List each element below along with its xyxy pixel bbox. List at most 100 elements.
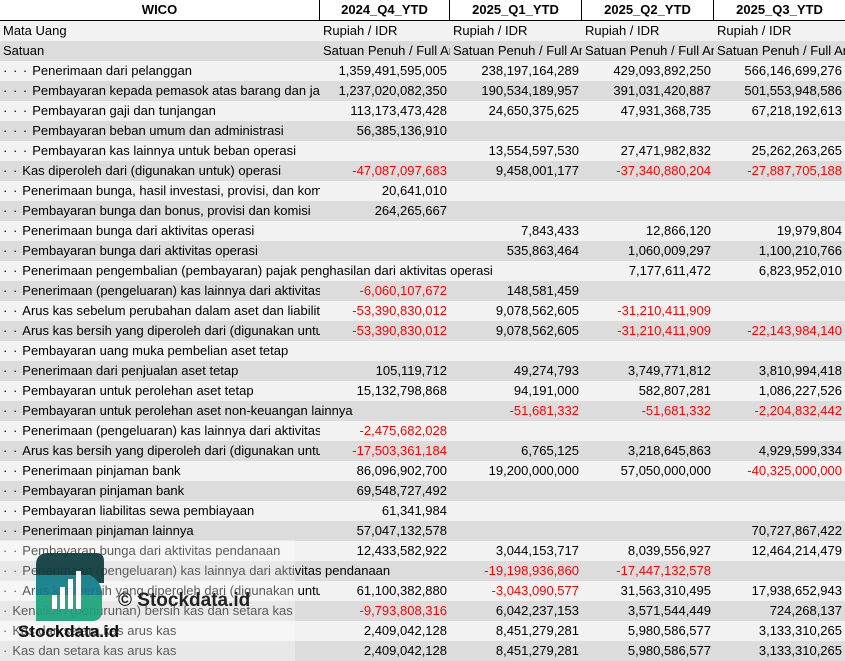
value-cell[interactable]: -19,198,936,860: [450, 561, 582, 581]
row-label[interactable]: · · Pembayaran liabilitas sewa pembiayaan: [0, 501, 320, 521]
value-cell[interactable]: [582, 481, 714, 501]
meta-cell[interactable]: Rupiah / IDR: [582, 21, 714, 41]
row-label[interactable]: · · Pembayaran uang muka pembelian aset t…: [0, 341, 320, 361]
value-cell[interactable]: [450, 521, 582, 541]
row-label[interactable]: Satuan: [0, 41, 320, 61]
value-cell[interactable]: 1,060,009,297: [582, 241, 714, 261]
value-cell[interactable]: 8,451,279,281: [450, 621, 582, 641]
value-cell[interactable]: 67,218,192,613: [714, 101, 845, 121]
value-cell[interactable]: [714, 301, 845, 321]
column-header[interactable]: 2025_Q2_YTD: [582, 0, 714, 20]
value-cell[interactable]: [714, 481, 845, 501]
value-cell[interactable]: 12,433,582,922: [320, 541, 450, 561]
value-cell[interactable]: 25,262,263,265: [714, 141, 845, 161]
row-label[interactable]: · · Penerimaan dari penjualan aset tetap: [0, 361, 320, 381]
row-label[interactable]: · · · Pembayaran kas lainnya untuk beban …: [0, 141, 320, 161]
value-cell[interactable]: [582, 281, 714, 301]
column-header[interactable]: 2025_Q3_YTD: [714, 0, 845, 20]
value-cell[interactable]: 12,866,120: [582, 221, 714, 241]
value-cell[interactable]: 429,093,892,250: [582, 61, 714, 81]
value-cell[interactable]: -40,325,000,000: [714, 461, 845, 481]
value-cell[interactable]: 3,133,310,265: [714, 621, 845, 641]
value-cell[interactable]: 19,979,804: [714, 221, 845, 241]
value-cell[interactable]: 7,843,433: [450, 221, 582, 241]
value-cell[interactable]: 2,409,042,128: [320, 641, 450, 661]
value-cell[interactable]: [714, 121, 845, 141]
value-cell[interactable]: 6,823,952,010: [714, 261, 845, 281]
value-cell[interactable]: 9,458,001,177: [450, 161, 582, 181]
value-cell[interactable]: [450, 341, 582, 361]
value-cell[interactable]: 264,265,667: [320, 201, 450, 221]
meta-cell[interactable]: Satuan Penuh / Full Amount: [450, 41, 582, 61]
row-label[interactable]: · · Kas diperoleh dari (digunakan untuk) …: [0, 161, 320, 181]
value-cell[interactable]: 17,938,652,943: [714, 581, 845, 601]
column-header[interactable]: 2024_Q4_YTD: [320, 0, 450, 20]
value-cell[interactable]: 47,931,368,735: [582, 101, 714, 121]
value-cell[interactable]: -3,043,090,577: [450, 581, 582, 601]
value-cell[interactable]: -31,210,411,909: [582, 321, 714, 341]
value-cell[interactable]: [450, 421, 582, 441]
value-cell[interactable]: -51,681,332: [582, 401, 714, 421]
row-label[interactable]: · · Pembayaran untuk perolehan aset non-k…: [0, 401, 353, 421]
value-cell[interactable]: -2,204,832,442: [714, 401, 845, 421]
value-cell[interactable]: 9,078,562,605: [450, 321, 582, 341]
value-cell[interactable]: 19,200,000,000: [450, 461, 582, 481]
value-cell[interactable]: 15,132,798,868: [320, 381, 450, 401]
value-cell[interactable]: -9,793,808,316: [320, 601, 450, 621]
value-cell[interactable]: [714, 201, 845, 221]
value-cell[interactable]: 391,031,420,887: [582, 81, 714, 101]
value-cell[interactable]: [582, 201, 714, 221]
row-label[interactable]: · · Penerimaan pinjaman bank: [0, 461, 320, 481]
value-cell[interactable]: [320, 221, 450, 241]
value-cell[interactable]: [714, 561, 845, 581]
row-label[interactable]: · ·Arus kas bersih yang diperoleh dari (…: [0, 441, 320, 461]
meta-cell[interactable]: Rupiah / IDR: [450, 21, 582, 41]
value-cell[interactable]: 1,237,020,082,350: [320, 81, 450, 101]
value-cell[interactable]: [320, 341, 450, 361]
value-cell[interactable]: [714, 181, 845, 201]
value-cell[interactable]: -31,210,411,909: [582, 301, 714, 321]
value-cell[interactable]: [582, 181, 714, 201]
value-cell[interactable]: [582, 521, 714, 541]
row-label[interactable]: · · Penerimaan bunga, hasil investasi, pr…: [0, 181, 320, 201]
value-cell[interactable]: -47,087,097,683: [320, 161, 450, 181]
row-label[interactable]: · · Pembayaran pinjaman bank: [0, 481, 320, 501]
row-label[interactable]: · · · Penerimaan dari pelanggan: [0, 61, 320, 81]
value-cell[interactable]: [582, 421, 714, 441]
value-cell[interactable]: -37,340,880,204: [582, 161, 714, 181]
value-cell[interactable]: 535,863,464: [450, 241, 582, 261]
row-label[interactable]: · · · Pembayaran beban umum dan administr…: [0, 121, 320, 141]
value-cell[interactable]: -53,390,830,012: [320, 301, 450, 321]
value-cell[interactable]: 582,807,281: [582, 381, 714, 401]
value-cell[interactable]: 1,100,210,766: [714, 241, 845, 261]
value-cell[interactable]: 190,534,189,957: [450, 81, 582, 101]
value-cell[interactable]: 61,100,382,880: [320, 581, 450, 601]
row-label[interactable]: · ·Arus kas bersih yang diperoleh dari (…: [0, 321, 320, 341]
value-cell[interactable]: 49,274,793: [450, 361, 582, 381]
value-cell[interactable]: -51,681,332: [450, 401, 582, 421]
row-label[interactable]: · · · Pembayaran kepada pemasok atas bara…: [0, 81, 320, 101]
value-cell[interactable]: 7,177,611,472: [582, 261, 714, 281]
value-cell[interactable]: -22,143,984,140: [714, 321, 845, 341]
value-cell[interactable]: 3,571,544,449: [582, 601, 714, 621]
row-label[interactable]: Mata Uang: [0, 21, 320, 41]
value-cell[interactable]: [714, 341, 845, 361]
value-cell[interactable]: [450, 181, 582, 201]
value-cell[interactable]: 3,044,153,717: [450, 541, 582, 561]
value-cell[interactable]: [582, 341, 714, 361]
value-cell[interactable]: 20,641,010: [320, 181, 450, 201]
value-cell[interactable]: 4,929,599,334: [714, 441, 845, 461]
value-cell[interactable]: 148,581,459: [450, 281, 582, 301]
value-cell[interactable]: 13,554,597,530: [450, 141, 582, 161]
value-cell[interactable]: 61,341,984: [320, 501, 450, 521]
value-cell[interactable]: 5,980,586,577: [582, 621, 714, 641]
value-cell[interactable]: 94,191,000: [450, 381, 582, 401]
value-cell[interactable]: 70,727,867,422: [714, 521, 845, 541]
value-cell[interactable]: [450, 481, 582, 501]
value-cell[interactable]: 24,650,375,625: [450, 101, 582, 121]
value-cell[interactable]: -2,475,682,028: [320, 421, 450, 441]
value-cell[interactable]: 113,173,473,428: [320, 101, 450, 121]
value-cell[interactable]: 9,078,562,605: [450, 301, 582, 321]
value-cell[interactable]: 2,409,042,128: [320, 621, 450, 641]
value-cell[interactable]: 69,548,727,492: [320, 481, 450, 501]
